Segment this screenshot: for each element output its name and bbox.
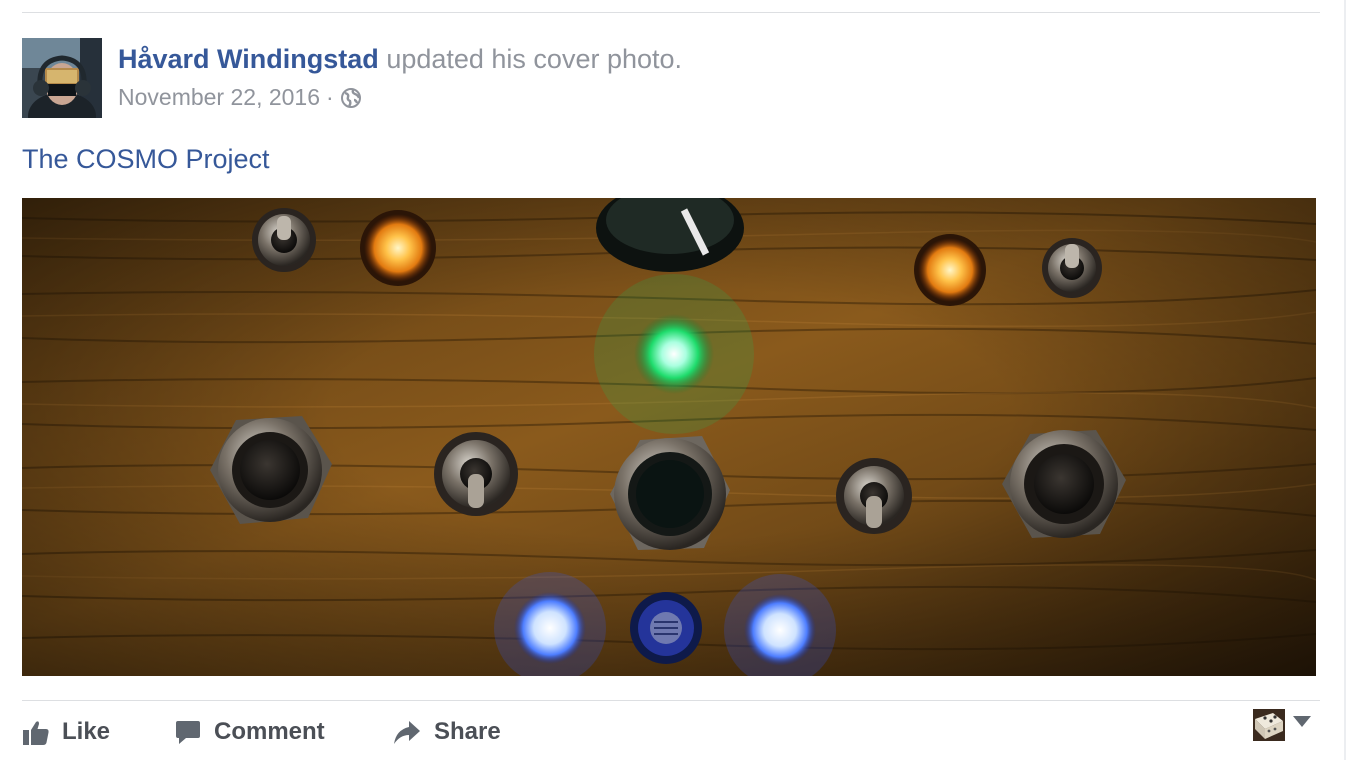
globe-icon[interactable] (340, 87, 362, 109)
chevron-down-icon[interactable] (1293, 716, 1311, 727)
like-icon (22, 718, 50, 746)
cover-photo-image (22, 198, 1316, 676)
feed-divider-top (22, 12, 1320, 13)
like-label: Like (62, 718, 111, 745)
actor-selector-avatar[interactable] (1253, 709, 1285, 741)
author-avatar[interactable] (22, 38, 102, 118)
meta-separator: · (326, 84, 334, 110)
share-label: Share (434, 718, 501, 745)
comment-label: Comment (214, 718, 325, 745)
actions-divider (22, 700, 1320, 701)
post-meta: November 22, 2016 · (118, 84, 362, 111)
cover-photo[interactable] (22, 198, 1316, 676)
comment-button[interactable]: Comment (174, 714, 325, 750)
comment-icon (174, 718, 202, 746)
post-header: Håvard Windingstad updated his cover pho… (118, 44, 682, 75)
share-icon (392, 718, 422, 746)
post-timestamp[interactable]: November 22, 2016 (118, 84, 320, 111)
author-name-link[interactable]: Håvard Windingstad (118, 44, 379, 74)
post-action-text: updated his cover photo. (386, 44, 683, 74)
album-title-link[interactable]: The COSMO Project (22, 144, 270, 175)
like-button[interactable]: Like (22, 714, 110, 750)
share-button[interactable]: Share (392, 714, 501, 750)
